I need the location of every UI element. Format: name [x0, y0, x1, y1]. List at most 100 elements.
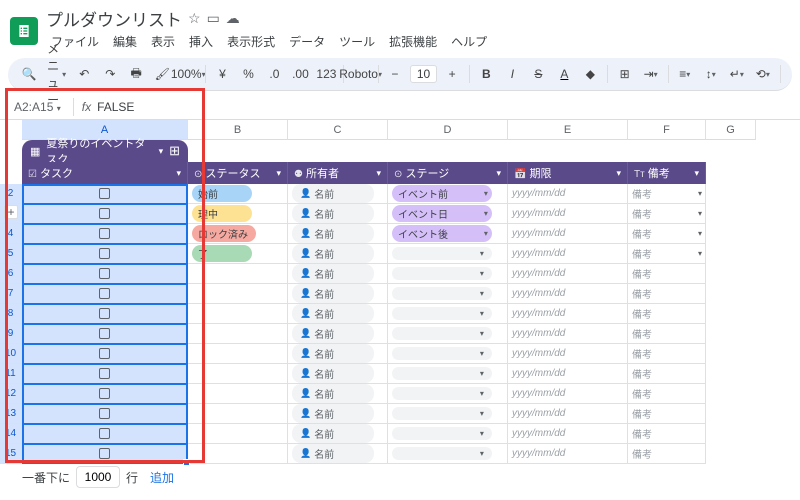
stage-cell[interactable]: イベント前▾	[388, 184, 508, 204]
date-cell[interactable]: yyyy/mm/dd	[508, 344, 628, 364]
owner-cell[interactable]: 👤名前	[288, 304, 388, 324]
wrap-button[interactable]: ↵ ▾	[726, 62, 748, 86]
memo-cell[interactable]: 備考	[628, 264, 706, 284]
task-cell[interactable]	[22, 444, 188, 464]
row-number[interactable]: 8	[0, 304, 22, 324]
status-cell[interactable]: 了▾	[188, 244, 288, 264]
memo-cell[interactable]: 備考	[628, 224, 706, 244]
stage-cell[interactable]: ▾	[388, 324, 508, 344]
star-icon[interactable]: ☆	[188, 10, 201, 27]
checkbox[interactable]	[99, 228, 110, 239]
formula-value[interactable]: FALSE	[97, 100, 134, 114]
task-cell[interactable]	[22, 344, 188, 364]
menu-拡張機能[interactable]: 拡張機能	[384, 31, 442, 52]
text-color-button[interactable]: A	[553, 62, 575, 86]
menu-挿入[interactable]: 挿入	[184, 31, 218, 52]
stage-cell[interactable]: ▾	[388, 304, 508, 324]
menu-ツール[interactable]: ツール	[334, 31, 380, 52]
checkbox[interactable]	[99, 328, 110, 339]
italic-button[interactable]: I	[501, 62, 523, 86]
date-cell[interactable]: yyyy/mm/dd	[508, 424, 628, 444]
menu-データ[interactable]: データ	[284, 31, 330, 52]
fill-color-button[interactable]: ◆	[579, 62, 601, 86]
stage-cell[interactable]: ▾	[388, 364, 508, 384]
col-header-G[interactable]: G	[706, 120, 756, 140]
owner-cell[interactable]: 👤名前	[288, 324, 388, 344]
date-cell[interactable]: yyyy/mm/dd	[508, 324, 628, 344]
table-title-bar[interactable]: ▦ 夏祭りのイベントタスク ▾ ⊞	[22, 140, 188, 162]
row-number[interactable]: 15	[0, 444, 22, 464]
stage-cell[interactable]: ▾	[388, 284, 508, 304]
checkbox[interactable]	[99, 428, 110, 439]
row-number[interactable]: 4	[0, 224, 22, 244]
date-cell[interactable]: yyyy/mm/dd	[508, 184, 628, 204]
memo-cell[interactable]: 備考	[628, 404, 706, 424]
doc-title[interactable]: プルダウンリスト	[46, 6, 182, 31]
number-format-button[interactable]: 123	[315, 62, 337, 86]
task-cell[interactable]	[22, 224, 188, 244]
increase-decimal-button[interactable]: .00	[289, 62, 311, 86]
table-col-所有者[interactable]: ⚉ 所有者▾	[288, 162, 388, 184]
task-cell[interactable]	[22, 304, 188, 324]
checkbox[interactable]	[99, 208, 110, 219]
task-cell[interactable]	[22, 384, 188, 404]
row-number[interactable]: 11	[0, 364, 22, 384]
task-cell[interactable]	[22, 404, 188, 424]
strike-button[interactable]: S	[527, 62, 549, 86]
owner-cell[interactable]: 👤名前	[288, 404, 388, 424]
owner-cell[interactable]: 👤名前	[288, 384, 388, 404]
menu-ヘルプ[interactable]: ヘルプ	[446, 31, 492, 52]
table-col-ステータス[interactable]: ⊙ ステータス▾	[188, 162, 288, 184]
task-cell[interactable]	[22, 184, 188, 204]
owner-cell[interactable]: 👤名前	[288, 244, 388, 264]
owner-cell[interactable]: 👤名前	[288, 184, 388, 204]
redo-button[interactable]: ↷	[99, 62, 121, 86]
date-cell[interactable]: yyyy/mm/dd	[508, 284, 628, 304]
row-number[interactable]: 9	[0, 324, 22, 344]
stage-cell[interactable]: ▾	[388, 424, 508, 444]
row-number[interactable]: 7	[0, 284, 22, 304]
undo-button[interactable]: ↶	[73, 62, 95, 86]
add-rows-input[interactable]	[76, 466, 120, 488]
status-cell[interactable]: 始前▾	[188, 184, 288, 204]
checkbox[interactable]	[99, 388, 110, 399]
col-header-C[interactable]: C	[288, 120, 388, 140]
table-col-期限[interactable]: 📅 期限▾	[508, 162, 628, 184]
task-cell[interactable]	[22, 324, 188, 344]
col-header-B[interactable]: B	[188, 120, 288, 140]
row-number[interactable]: 5	[0, 244, 22, 264]
memo-cell[interactable]: 備考	[628, 184, 706, 204]
stage-cell[interactable]: ▾	[388, 404, 508, 424]
status-cell[interactable]	[188, 304, 288, 324]
table-col-備考[interactable]: Tт 備考▾	[628, 162, 706, 184]
date-cell[interactable]: yyyy/mm/dd	[508, 304, 628, 324]
date-cell[interactable]: yyyy/mm/dd	[508, 204, 628, 224]
checkbox[interactable]	[99, 188, 110, 199]
add-rows-link[interactable]: 追加	[150, 469, 174, 486]
menu-button[interactable]: メニュー ▾	[44, 62, 69, 86]
checkbox[interactable]	[99, 288, 110, 299]
font-select[interactable]: Roboto ▾	[350, 62, 372, 86]
owner-cell[interactable]: 👤名前	[288, 284, 388, 304]
memo-cell[interactable]: 備考	[628, 244, 706, 264]
memo-cell[interactable]: 備考	[628, 424, 706, 444]
task-cell[interactable]	[22, 244, 188, 264]
expand-table-icon[interactable]: ⊞	[169, 143, 180, 159]
menu-編集[interactable]: 編集	[108, 31, 142, 52]
col-header-F[interactable]: F	[628, 120, 706, 140]
owner-cell[interactable]: 👤名前	[288, 224, 388, 244]
stage-cell[interactable]: ▾	[388, 444, 508, 464]
merge-button[interactable]: ⇥ ▾	[640, 62, 662, 86]
move-icon[interactable]: ▭	[207, 10, 220, 27]
row-number[interactable]: 13	[0, 404, 22, 424]
owner-cell[interactable]: 👤名前	[288, 364, 388, 384]
task-cell[interactable]	[22, 204, 188, 224]
status-cell[interactable]	[188, 364, 288, 384]
status-cell[interactable]: 理中▾	[188, 204, 288, 224]
stage-cell[interactable]: イベント日▾	[388, 204, 508, 224]
status-cell[interactable]	[188, 424, 288, 444]
checkbox[interactable]	[99, 248, 110, 259]
owner-cell[interactable]: 👤名前	[288, 424, 388, 444]
date-cell[interactable]: yyyy/mm/dd	[508, 264, 628, 284]
stage-cell[interactable]: ▾	[388, 244, 508, 264]
